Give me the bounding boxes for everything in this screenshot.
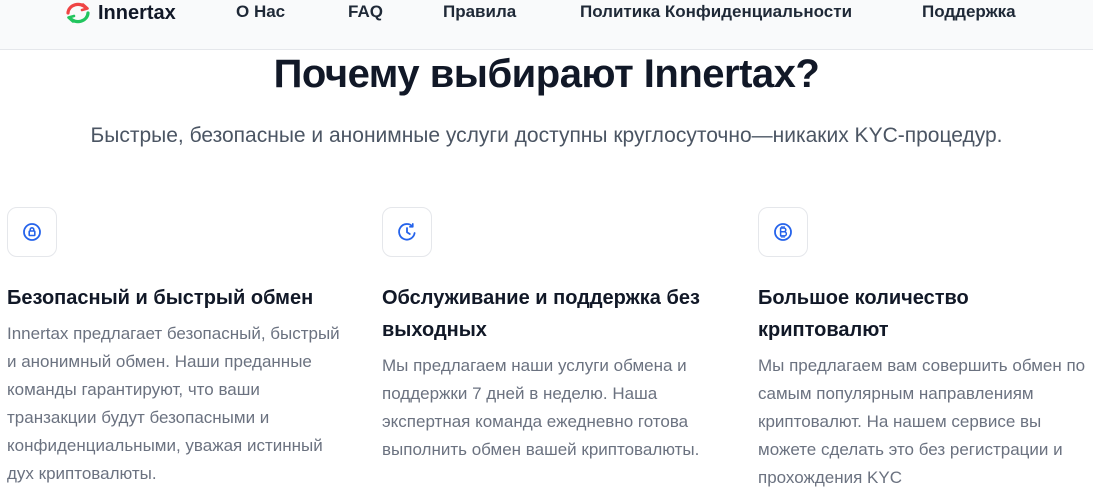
nav-link-privacy-policy[interactable]: Политика Конфиденциальности xyxy=(580,2,852,22)
nav-link-faq[interactable]: FAQ xyxy=(348,2,383,22)
nav-link-rules[interactable]: Правила xyxy=(443,2,516,22)
page-title: Почему выбирают Innertax? xyxy=(273,52,820,96)
feature-card-support-24-7: Обслуживание и поддержка без выходных Мы… xyxy=(382,207,722,464)
feature-title: Безопасный и быстрый обмен xyxy=(7,287,314,309)
brand-logo[interactable]: Innertax xyxy=(64,0,176,26)
nav-link-about[interactable]: О Нас xyxy=(236,2,285,22)
nav-link-support[interactable]: Поддержка xyxy=(922,2,1016,22)
feature-description: Мы предлагаем вам совершить обмен по сам… xyxy=(758,356,1086,487)
page-subtitle: Быстрые, безопасные и анонимные услуги д… xyxy=(90,124,1003,147)
feature-description: Innertax предлагает безопасный, быстрый … xyxy=(7,324,340,483)
lock-icon xyxy=(23,223,41,241)
refresh-arrows-icon xyxy=(66,2,90,24)
bitcoin-icon xyxy=(774,223,792,241)
feature-icon-box xyxy=(758,207,808,257)
brand-name: Innertax xyxy=(98,1,176,24)
feature-description: Мы предлагаем наши услуги обмена и подде… xyxy=(382,356,700,459)
clock-icon xyxy=(398,223,416,241)
feature-card-many-cryptocurrencies: Большое количество криптовалют Мы предла… xyxy=(758,207,1093,488)
feature-icon-box xyxy=(382,207,432,257)
feature-title: Большое количество криптовалют xyxy=(758,287,969,341)
feature-card-secure-exchange: Безопасный и быстрый обмен Innertax пред… xyxy=(7,207,347,488)
feature-title: Обслуживание и поддержка без выходных xyxy=(382,287,700,341)
top-navbar: Innertax О Нас FAQ Правила Политика Конф… xyxy=(0,0,1093,50)
feature-icon-box xyxy=(7,207,57,257)
